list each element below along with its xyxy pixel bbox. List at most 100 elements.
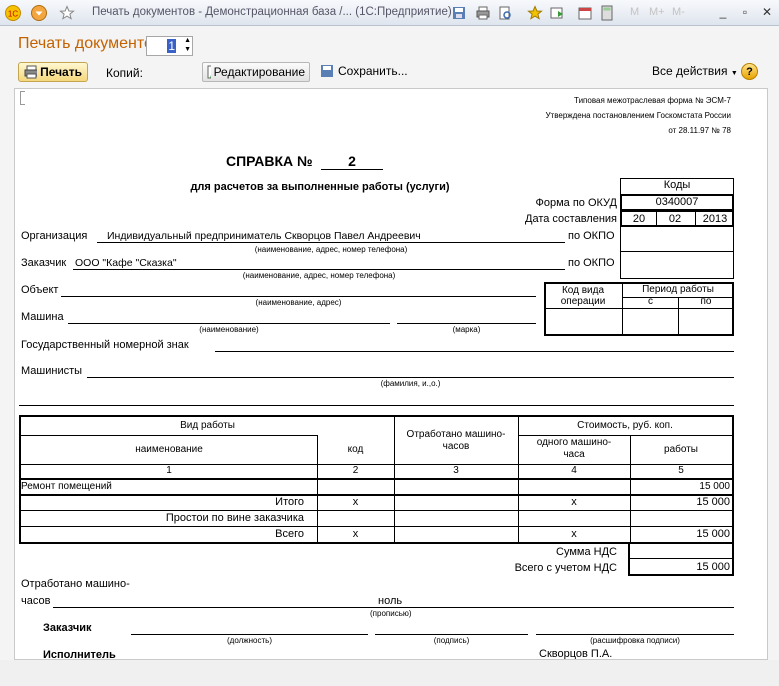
help-icon[interactable]: ? <box>741 63 758 80</box>
favorites-icon[interactable] <box>526 4 543 21</box>
save-button-label: Сохранить... <box>338 64 408 78</box>
drivers-label: Машинисты <box>21 365 83 377</box>
vsego-x-1: x <box>352 528 359 540</box>
form-note-2: Утверждена постановлением Госкомстата Ро… <box>545 111 731 120</box>
menu-arrow-icon[interactable] <box>30 4 47 21</box>
in-words-hint: (прописью) <box>370 609 412 618</box>
window-titlebar: 1С Печать документов - Демонстрационная … <box>0 0 779 26</box>
stepper-down-icon[interactable]: ▼ <box>184 46 191 53</box>
1c-logo-icon[interactable]: 1С <box>4 4 21 21</box>
vsego-value: 15 000 <box>696 528 730 540</box>
col-num-2: 2 <box>352 465 359 476</box>
customer-hint: (наименование, адрес, номер телефона) <box>242 271 396 280</box>
history-icon[interactable] <box>548 4 565 21</box>
downtime-label: Простои по вине заказчика <box>165 512 304 524</box>
print-button[interactable]: Печать <box>18 62 88 82</box>
memory-m-plus[interactable]: M+ <box>649 6 665 18</box>
h-hours: Отработано машино-часов <box>406 429 506 452</box>
col-num-1: 1 <box>166 465 172 476</box>
save-button[interactable]: Сохранить... <box>320 64 408 78</box>
hours-worked-label-1: Отработано машино- <box>21 578 130 590</box>
okud-label: Форма по ОКУД <box>535 197 618 209</box>
memory-m[interactable]: M <box>630 6 639 18</box>
copies-stepper[interactable]: 1 ▲ ▼ <box>146 36 193 56</box>
copies-label: Копий: <box>106 66 143 80</box>
customer-value: ООО "Кафе "Сказка" <box>75 257 177 269</box>
preview-icon[interactable] <box>496 4 513 21</box>
okud-value: 0340007 <box>620 194 734 211</box>
okpo-label-2: по ОКПО <box>568 257 615 269</box>
okpo-customer-box <box>620 251 734 279</box>
customer-sign-label: Заказчик <box>43 622 92 634</box>
hours-worked-label-2: часов <box>21 595 51 607</box>
h-works: работы <box>664 444 698 455</box>
svg-text:1С: 1С <box>7 9 17 18</box>
cursor-mark <box>20 91 25 105</box>
calculator-icon[interactable] <box>598 4 615 21</box>
position-hint: (должность) <box>227 636 272 645</box>
decode-hint: (расшифровка подписи) <box>590 636 680 645</box>
save-icon[interactable] <box>450 4 467 21</box>
minimize-icon[interactable]: _ <box>714 3 732 21</box>
chevron-down-icon: ▼ <box>730 70 738 77</box>
h-code: код <box>347 444 364 455</box>
col-num-3: 3 <box>453 465 459 476</box>
itogo-label: Итого <box>275 496 304 508</box>
copies-value[interactable]: 1 <box>167 39 176 53</box>
op-period-table: Код вида операции Период работы с по <box>544 282 734 336</box>
drivers-hint: (фамилия, и.,о.) <box>380 379 441 388</box>
executor-label: Исполнитель <box>43 649 116 660</box>
form-note-1: Типовая межотраслевая форма № ЭСМ-7 <box>574 96 731 105</box>
period-label: Период работы <box>642 284 714 295</box>
document-area[interactable]: Типовая межотраслевая форма № ЭСМ-7 Утве… <box>14 88 768 660</box>
period-to: по <box>700 296 712 307</box>
save-icon <box>321 65 333 77</box>
h-work: Вид работы <box>180 420 235 431</box>
vsego-label: Всего <box>275 528 304 540</box>
vat-label: Сумма НДС <box>556 546 617 558</box>
date-value: 20 02 2013 <box>620 210 734 227</box>
h-cost: Стоимость, руб. коп. <box>577 420 673 431</box>
printer-icon <box>24 65 38 79</box>
object-hint: (наименование, адрес) <box>255 298 342 307</box>
restore-icon[interactable]: ▫ <box>736 3 754 21</box>
star-icon[interactable] <box>58 4 75 21</box>
edit-icon <box>207 65 211 79</box>
all-actions-menu[interactable]: Все действия ▼ <box>652 64 738 78</box>
itogo-value: 15 000 <box>696 496 730 508</box>
col-num-5: 5 <box>678 465 684 476</box>
row-total: 15 000 <box>699 481 730 492</box>
object-label: Объект <box>21 284 59 296</box>
doc-subtitle: для расчетов за выполненные работы (услу… <box>190 181 450 193</box>
close-icon[interactable]: ✕ <box>758 3 776 21</box>
total-vat-value: 15 000 <box>696 561 730 573</box>
itogo-x-2: x <box>571 496 577 508</box>
calendar-icon[interactable] <box>576 4 593 21</box>
plate-label: Государственный номерной знак <box>21 339 189 351</box>
edit-button[interactable]: Редактирование <box>202 62 310 82</box>
vsego-x-2: x <box>571 528 577 540</box>
stepper-up-icon[interactable]: ▲ <box>184 37 191 44</box>
org-value: Индивидуальный предприниматель Скворцов … <box>107 230 421 242</box>
hours-worked-value: ноль <box>378 595 403 607</box>
edit-button-label: Редактирование <box>213 65 305 79</box>
period-from: с <box>648 296 653 307</box>
org-label: Организация <box>21 230 88 242</box>
total-vat-box: 15 000 <box>628 558 734 576</box>
okpo-label-1: по ОКПО <box>568 230 615 242</box>
print-icon[interactable] <box>474 4 491 21</box>
h-name: наименование <box>135 444 203 455</box>
memory-m-minus[interactable]: M- <box>672 6 685 18</box>
print-button-label: Печать <box>40 65 82 79</box>
form-note-3: от 28.11.97 № 78 <box>668 126 731 135</box>
itogo-x-1: x <box>352 496 359 508</box>
work-table: Вид работы Отработано машино-часов Стоим… <box>19 415 734 544</box>
customer-label: Заказчик <box>21 257 67 269</box>
codes-header: Коды <box>620 178 734 195</box>
doc-title: СПРАВКА № <box>226 153 313 169</box>
doc-number: 2 <box>321 153 383 170</box>
executor-name: Скворцов П.А. <box>539 648 613 660</box>
machine-label: Машина <box>21 311 64 323</box>
okpo-org-box <box>620 226 734 252</box>
page-title: Печать документов <box>18 35 162 52</box>
